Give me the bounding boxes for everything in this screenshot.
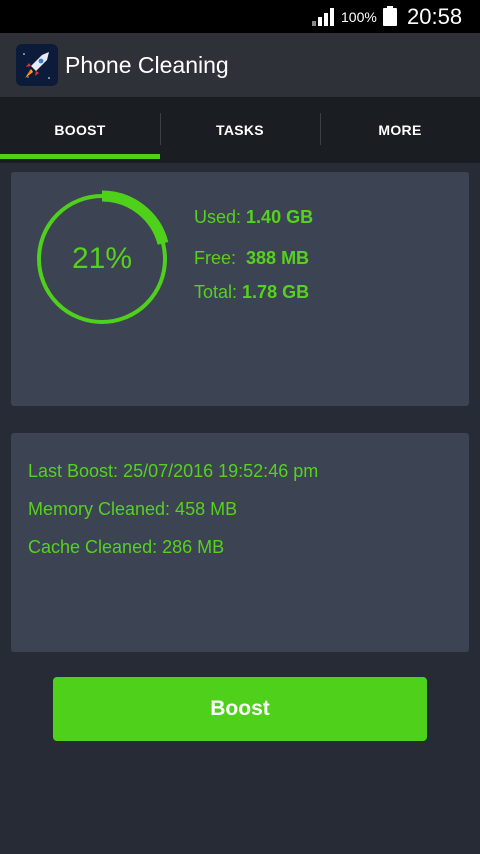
free-value: 388 MB: [246, 248, 310, 268]
tab-bar: BOOST TASKS MORE: [0, 97, 480, 163]
used-label: Used:: [194, 207, 242, 227]
cache-cleaned: Cache Cleaned: 286 MB: [28, 537, 225, 557]
used-memory: Used: 1.40 GB: [194, 207, 313, 228]
used-value: 1.40 GB: [246, 207, 314, 227]
boost-button[interactable]: Boost: [53, 677, 427, 741]
total-memory: Total: 1.78 GB: [194, 282, 309, 303]
status-bar: 100% 20:58: [0, 0, 480, 33]
total-label: Total:: [194, 282, 238, 302]
memory-cleaned: Memory Cleaned: 458 MB: [28, 499, 238, 519]
memory-percent: 21%: [71, 242, 133, 275]
battery-icon: [383, 6, 397, 26]
tab-more[interactable]: MORE: [320, 97, 480, 163]
app-bar: Phone Cleaning: [0, 33, 480, 97]
total-value: 1.78 GB: [242, 282, 310, 302]
free-label: Free:: [194, 248, 237, 268]
last-boost: Last Boost: 25/07/2016 19:52:46 pm: [28, 461, 319, 481]
boost-info-card: Last Boost: 25/07/2016 19:52:46 pm Memor…: [11, 433, 469, 652]
rocket-icon[interactable]: [16, 44, 58, 86]
active-tab-indicator: [0, 154, 160, 159]
signal-icon: [312, 8, 334, 26]
free-memory: Free: 388 MB: [194, 248, 309, 269]
clock: 20:58: [407, 4, 463, 29]
memory-card: 21% Used: 1.40 GB Free: 388 MB Total: 1.…: [11, 172, 469, 406]
battery-percent: 100%: [341, 9, 377, 25]
tab-tasks[interactable]: TASKS: [160, 97, 320, 163]
app-title: Phone Cleaning: [65, 52, 229, 78]
